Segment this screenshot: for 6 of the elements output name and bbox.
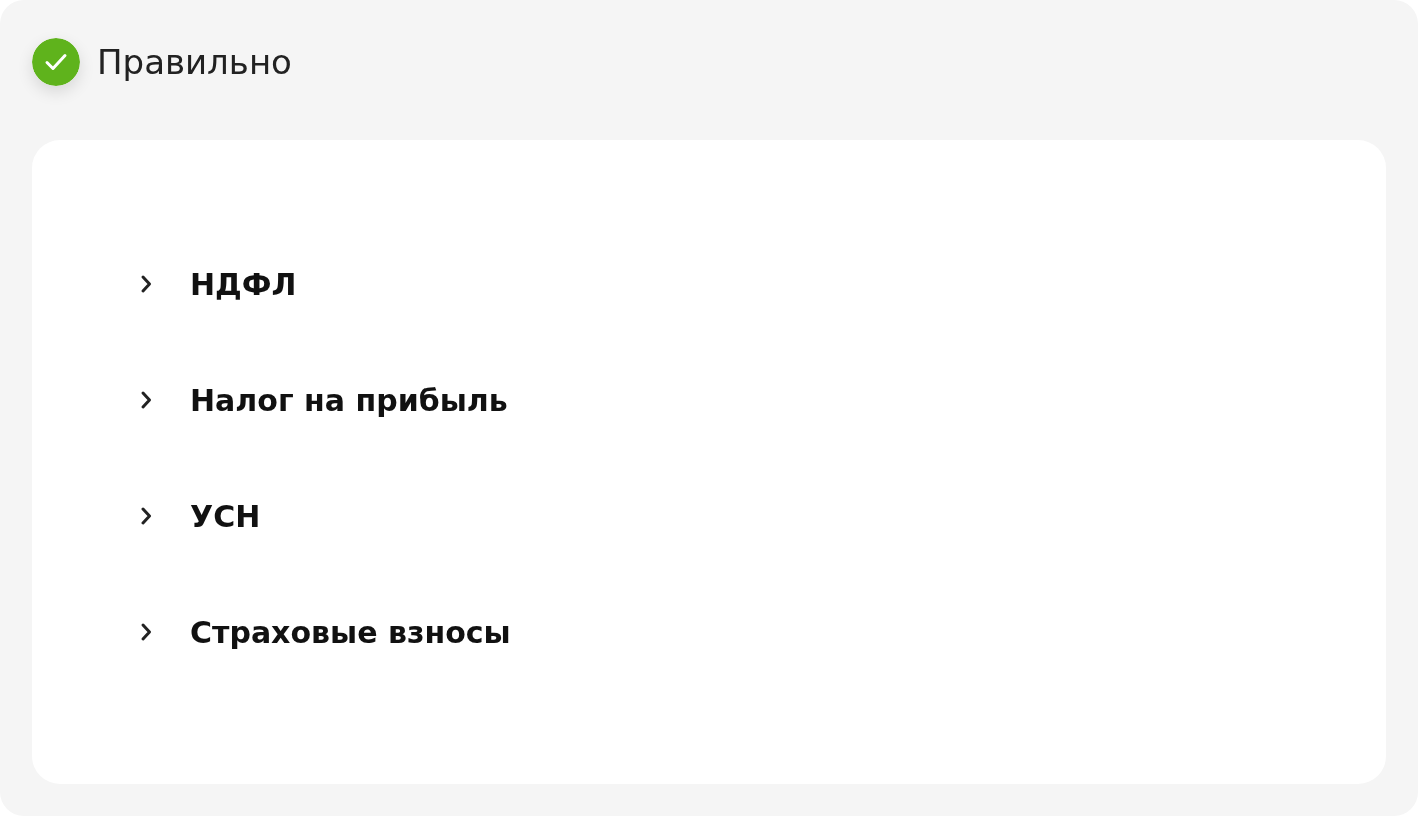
- status-label: Правильно: [97, 42, 292, 82]
- check-icon: [32, 38, 80, 86]
- section-title[interactable]: НДФЛ: [190, 266, 297, 302]
- section-title[interactable]: Налог на прибыль: [190, 382, 508, 418]
- section-title[interactable]: УСН: [190, 498, 261, 534]
- section-title[interactable]: Страховые взносы: [190, 614, 511, 650]
